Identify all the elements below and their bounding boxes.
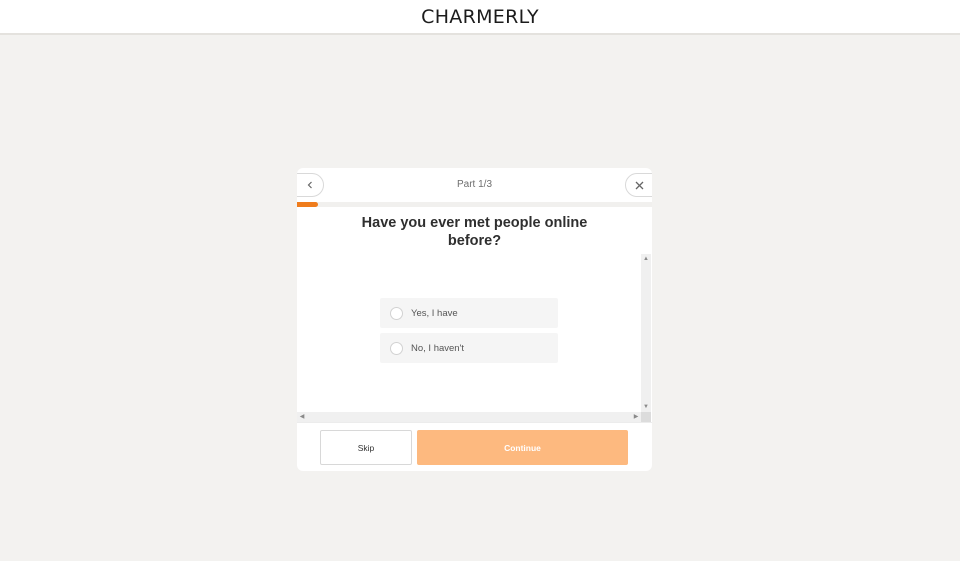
vertical-scrollbar[interactable]: ▲ ▼: [641, 254, 651, 412]
option-label: Yes, I have: [411, 307, 458, 319]
skip-button[interactable]: Skip: [320, 430, 412, 465]
options-scroll-area[interactable]: Yes, I have No, I haven't ▲ ▼ ◀ ▶: [297, 254, 652, 422]
footer-divider: [297, 422, 652, 423]
brand-logo[interactable]: CHARMERLY: [421, 6, 539, 28]
radio-button[interactable]: [390, 341, 403, 355]
close-button[interactable]: [625, 173, 652, 197]
scroll-up-icon[interactable]: ▲: [641, 254, 651, 264]
radio-button[interactable]: [390, 306, 403, 320]
scroll-left-icon[interactable]: ◀: [297, 412, 307, 422]
option-no[interactable]: No, I haven't: [380, 333, 558, 363]
part-indicator: Part 1/3: [456, 179, 493, 190]
scrollbar-corner: [641, 412, 651, 422]
scroll-down-icon[interactable]: ▼: [641, 402, 651, 412]
modal-header: Part 1/3: [297, 168, 652, 202]
option-yes[interactable]: Yes, I have: [380, 298, 558, 328]
option-label: No, I haven't: [411, 342, 465, 354]
progress-fill: [297, 202, 319, 207]
close-icon: [635, 181, 643, 189]
progress-bar: [297, 202, 652, 207]
horizontal-scrollbar[interactable]: ◀ ▶: [297, 412, 641, 422]
continue-button[interactable]: Continue: [417, 430, 628, 465]
question-title: Have you ever met people online before?: [361, 215, 588, 249]
top-bar: CHARMERLY: [0, 0, 960, 35]
scroll-right-icon[interactable]: ▶: [631, 412, 641, 422]
survey-modal: Part 1/3 Have you ever met people online…: [297, 168, 652, 471]
